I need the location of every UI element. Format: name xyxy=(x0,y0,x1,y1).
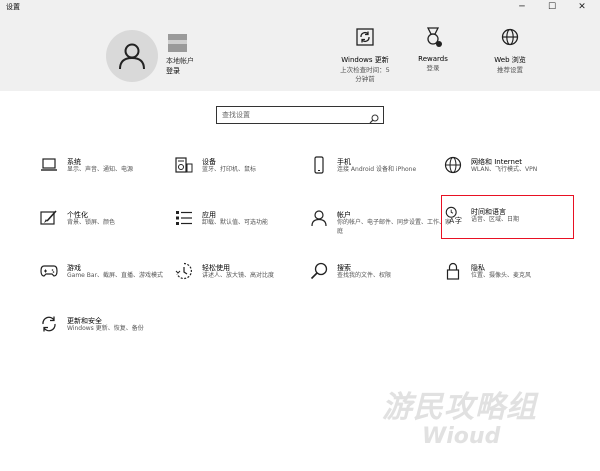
account-type: 本地帐户 xyxy=(166,57,194,65)
category-gaming[interactable]: 游戏 Game Bar、截屏、直播、游戏模式 xyxy=(40,262,170,306)
category-desc: 背景、锁屏、颜色 xyxy=(67,219,116,226)
category-privacy[interactable]: 隐私 位置、摄像头、麦克风 xyxy=(444,262,574,306)
header-item-label: Rewards xyxy=(418,55,448,63)
category-ease-of-access[interactable]: 轻松使用 讲述人、放大镜、高对比度 xyxy=(175,262,305,306)
minimize-button[interactable]: ─ xyxy=(507,0,537,14)
category-desc: 蓝牙、打印机、鼠标 xyxy=(202,166,257,173)
account-redacted-block xyxy=(168,34,187,52)
category-desc: 讲述人、放大镜、高对比度 xyxy=(202,272,275,279)
category-desc: 连接 Android 设备和 iPhone xyxy=(337,166,417,173)
globe-icon xyxy=(499,26,521,48)
header-item-sub: 登录 xyxy=(426,64,440,72)
category-accounts[interactable]: 帐户 你的帐户、电子邮件、同步设置、工作、家庭 xyxy=(310,209,451,253)
category-desc: 查找我的文件、权限 xyxy=(337,272,392,279)
settings-header: 本地帐户 登录 Windows 更新 上次检查时间：5 分钟前 Rewards … xyxy=(0,14,600,91)
search-icon[interactable] xyxy=(369,109,379,128)
header-rewards[interactable]: Rewards 登录 xyxy=(410,26,456,73)
apps-list-icon xyxy=(175,209,193,227)
window-title: 设置 xyxy=(6,3,20,11)
account-login-link[interactable]: 登录 xyxy=(166,66,180,76)
header-item-sub: 上次检查时间：5 分钟前 xyxy=(340,66,390,83)
maximize-button[interactable]: ☐ xyxy=(537,0,567,14)
category-desc: 卸载、默认值、可选功能 xyxy=(202,219,269,226)
category-network[interactable]: 网络和 Internet WLAN、飞行模式、VPN xyxy=(444,156,574,200)
header-item-label: Windows 更新 xyxy=(341,56,389,64)
laptop-icon xyxy=(40,156,58,174)
network-globe-icon xyxy=(444,156,462,174)
person-icon xyxy=(310,209,328,227)
ease-of-access-icon xyxy=(175,262,193,280)
search-input[interactable]: 查找设置 xyxy=(216,106,384,124)
sync-icon xyxy=(354,26,376,48)
search-placeholder: 查找设置 xyxy=(222,111,250,119)
avatar[interactable] xyxy=(106,30,158,82)
category-desc: Windows 更新、恢复、备份 xyxy=(67,325,144,332)
category-desc: Game Bar、截屏、直播、游戏模式 xyxy=(67,272,164,279)
header-item-label: Web 浏览 xyxy=(494,56,526,64)
category-search[interactable]: 搜索 查找我的文件、权限 xyxy=(310,262,440,306)
close-button[interactable]: ✕ xyxy=(567,0,597,14)
paint-brush-icon xyxy=(40,209,58,227)
category-desc: WLAN、飞行模式、VPN xyxy=(471,166,538,173)
highlight-box xyxy=(441,195,574,239)
header-item-sub: 推荐设置 xyxy=(497,66,523,74)
user-icon xyxy=(119,43,145,70)
category-update-security[interactable]: 更新和安全 Windows 更新、恢复、备份 xyxy=(40,315,170,359)
watermark-cn: 游民攻略组 xyxy=(382,390,537,425)
phone-icon xyxy=(310,156,328,174)
category-personalization[interactable]: 个性化 背景、锁屏、颜色 xyxy=(40,209,170,253)
category-apps[interactable]: 应用 卸载、默认值、可选功能 xyxy=(175,209,305,253)
category-desc: 你的帐户、电子邮件、同步设置、工作、家庭 xyxy=(337,219,452,235)
header-windows-update[interactable]: Windows 更新 上次检查时间：5 分钟前 xyxy=(337,26,393,83)
category-system[interactable]: 系统 显示、声音、通知、电源 xyxy=(40,156,170,200)
lock-icon xyxy=(444,262,462,280)
category-phone[interactable]: 手机 连接 Android 设备和 iPhone xyxy=(310,156,440,200)
rewards-medal-icon xyxy=(422,26,444,48)
watermark: 游民攻略组 Wioud xyxy=(382,382,582,462)
update-sync-icon xyxy=(40,315,58,333)
category-desc: 显示、声音、通知、电源 xyxy=(67,166,134,173)
category-devices[interactable]: 设备 蓝牙、打印机、鼠标 xyxy=(175,156,305,200)
header-web-browsing[interactable]: Web 浏览 推荐设置 xyxy=(488,26,532,75)
keyboard-speaker-icon xyxy=(175,156,193,174)
watermark-en: Wioud xyxy=(422,424,501,449)
title-bar: 设置 ─ ☐ ✕ xyxy=(0,0,600,14)
category-desc: 位置、摄像头、麦克风 xyxy=(471,272,532,279)
search-icon xyxy=(310,262,328,280)
gamepad-icon xyxy=(40,262,58,280)
